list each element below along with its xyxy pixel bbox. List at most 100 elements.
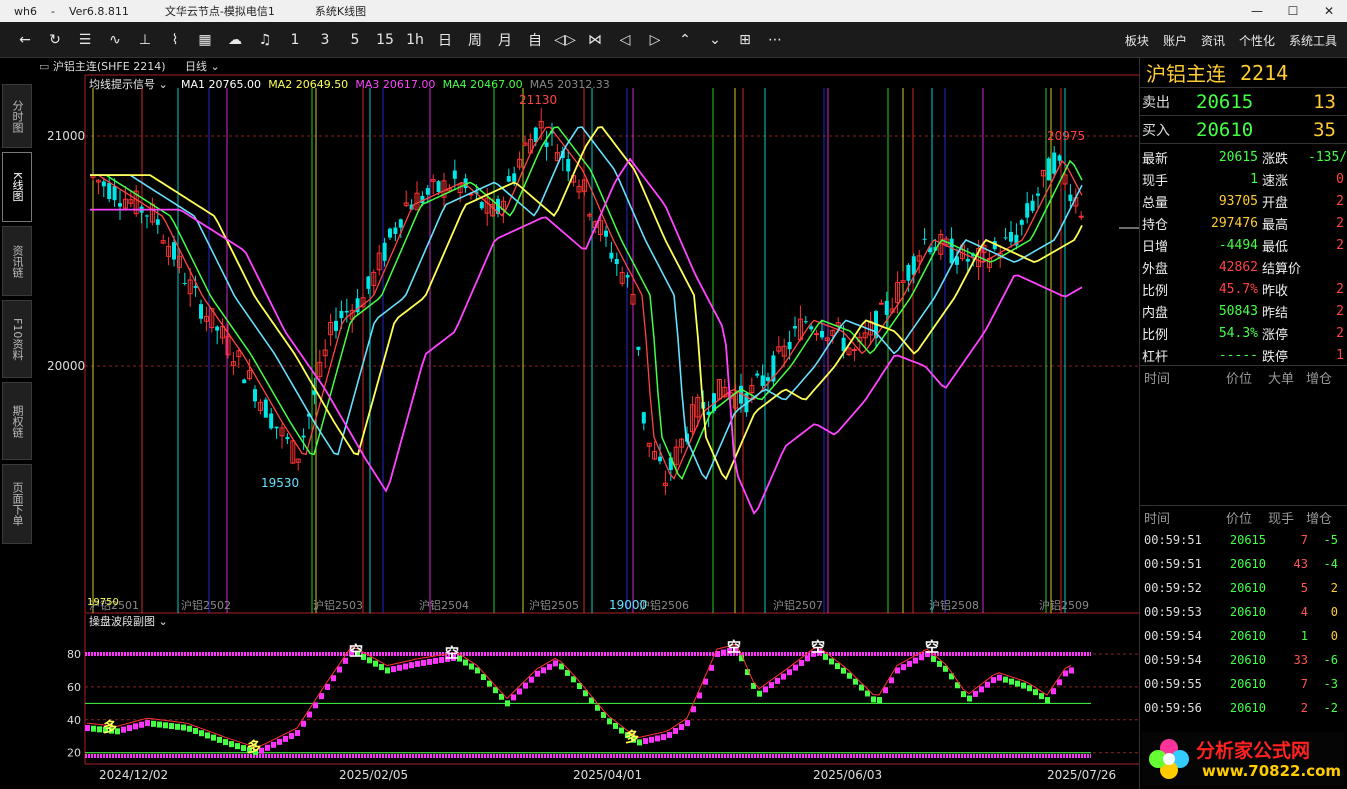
ma-label-2: MA2 20649.50 xyxy=(268,78,348,91)
contract-label-2: 沪铝2503 xyxy=(313,598,363,612)
tab-option-chain[interactable]: 期权链 xyxy=(2,382,32,460)
wave-signal-3: 空 xyxy=(349,643,363,660)
toolbar-button-17[interactable]: 自 xyxy=(520,30,550,50)
toolbar-button-2[interactable]: ☰ xyxy=(70,32,100,48)
tab-f10[interactable]: F10资料 xyxy=(2,300,32,378)
menu-sector[interactable]: 板块 xyxy=(1125,32,1149,49)
toolbar: ← ↻ ☰ ∿ ⊥ ⌇ ▦ ☁ ♫ 1 3 5 15 1h 日周月自 ◁▷ ⋈ ◁ ▷ ⌃ ⌄ ⊞ ⋯ 板块 账户 资讯 个… xyxy=(0,22,1347,58)
stat-row-1: 现手 1 速涨 0 xyxy=(1140,168,1347,190)
stat-label-2: 昨结 xyxy=(1262,305,1289,321)
title-bar: wh6 - Ver6.8.811 文华云节点-模拟电信1 系统K线图 — ☐ ✕ xyxy=(0,0,1347,22)
bid-price: 20610 xyxy=(1196,118,1254,141)
ma-label-5: MA5 20312.33 xyxy=(530,78,610,91)
annot-low-2: 19000 xyxy=(609,598,647,612)
contract-label-1: 沪铝2502 xyxy=(181,598,231,612)
tick-row[interactable]: 00:59:51 20610 43 -4 xyxy=(1140,552,1347,576)
menu-system-tools[interactable]: 系统工具 xyxy=(1289,32,1337,49)
toolbar-button-18[interactable]: ◁▷ xyxy=(550,32,580,48)
ask-label: 卖出 xyxy=(1142,94,1170,111)
toolbar-button-4[interactable]: ⊥ xyxy=(130,32,160,48)
price-tick-21000: 21000 xyxy=(47,129,85,143)
ma-label-3: MA3 20617.00 xyxy=(355,78,435,91)
sub-tick-20: 20 xyxy=(67,747,81,760)
server-name: 文华云节点-模拟电信1 xyxy=(164,5,275,18)
tick-row[interactable]: 00:59:52 20610 5 2 xyxy=(1140,576,1347,600)
toolbar-button-15[interactable]: 周 xyxy=(460,30,490,50)
price-tick-20000: 20000 xyxy=(47,359,85,373)
toolbar-button-0[interactable]: ← xyxy=(10,32,40,48)
annot-low-3: 19750 xyxy=(87,597,119,608)
indicator-label[interactable]: 均线提示信号 ⌄ xyxy=(89,77,168,91)
close-button[interactable]: ✕ xyxy=(1311,0,1347,22)
tick-row[interactable]: 00:59:54 20610 33 -6 xyxy=(1140,648,1347,672)
ma-labels: MA1 20765.00 MA2 20649.50 MA3 20617.00 MA4 … xyxy=(181,78,610,91)
tab-timeshare[interactable]: 分时图 xyxy=(2,84,32,148)
tick-row[interactable]: 00:59:54 20610 1 0 xyxy=(1140,624,1347,648)
toolbar-button-10[interactable]: 3 xyxy=(310,32,340,48)
toolbar-button-25[interactable]: ⋯ xyxy=(760,32,790,48)
toolbar-button-20[interactable]: ◁ xyxy=(610,32,640,48)
wave-signal-7: 空 xyxy=(925,639,939,656)
stat-value: 1 xyxy=(1250,171,1258,187)
toolbar-button-5[interactable]: ⌇ xyxy=(160,32,190,48)
toolbar-right: 板块 账户 资讯 个性化 系统工具 xyxy=(1125,22,1337,58)
toolbar-button-24[interactable]: ⊞ xyxy=(730,32,760,48)
toolbar-button-22[interactable]: ⌃ xyxy=(670,32,700,48)
tab-news-chain[interactable]: 资讯链 xyxy=(2,226,32,296)
maximize-button[interactable]: ☐ xyxy=(1275,0,1311,22)
stat-value: 50843 xyxy=(1218,303,1258,319)
minimize-button[interactable]: — xyxy=(1239,0,1275,22)
stat-row-5: 外盘 42862 结算价 xyxy=(1140,256,1347,278)
stat-value: 45.7% xyxy=(1218,281,1258,297)
tab-order[interactable]: 页面下单 xyxy=(2,464,32,544)
wave-signal-6: 空 xyxy=(811,639,825,656)
toolbar-button-8[interactable]: ♫ xyxy=(250,32,280,48)
stat-value-2: 2 xyxy=(1336,325,1344,341)
stat-label: 比例 xyxy=(1142,327,1169,343)
stat-row-9: 杠杆 ----- 跌停 1 xyxy=(1140,344,1347,366)
toolbar-button-13[interactable]: 1h xyxy=(400,32,430,48)
stat-value-2: 2 xyxy=(1336,303,1344,319)
tick-row[interactable]: 00:59:56 20610 2 -2 xyxy=(1140,696,1347,720)
toolbar-button-9[interactable]: 1 xyxy=(280,32,310,48)
date-label-3: 2025/06/03 xyxy=(813,768,882,782)
date-label-0: 2024/12/02 xyxy=(99,768,168,782)
tick-row[interactable]: 00:59:51 20615 7 -5 xyxy=(1140,528,1347,552)
big-order-header: 时间 价位 大单 增仓 xyxy=(1144,371,1333,387)
menu-account[interactable]: 账户 xyxy=(1163,32,1187,49)
tick-row[interactable]: 00:59:53 20610 4 0 xyxy=(1140,600,1347,624)
toolbar-button-14[interactable]: 日 xyxy=(430,30,460,50)
toolbar-button-6[interactable]: ▦ xyxy=(190,32,220,48)
tick-row[interactable]: 00:59:55 20610 7 -3 xyxy=(1140,672,1347,696)
tab-kline[interactable]: K线图 xyxy=(2,152,32,222)
instrument-name: 沪铝主连 xyxy=(1146,62,1226,86)
toolbar-button-19[interactable]: ⋈ xyxy=(580,32,610,48)
toolbar-button-11[interactable]: 5 xyxy=(340,32,370,48)
menu-news[interactable]: 资讯 xyxy=(1201,32,1225,49)
period-label[interactable]: 日线 ⌄ xyxy=(185,59,220,73)
logo-url: www.70822.com xyxy=(1202,762,1342,780)
toolbar-button-12[interactable]: 15 xyxy=(370,32,400,48)
stat-row-8: 比例 54.3% 涨停 2 xyxy=(1140,322,1347,344)
ask-volume: 13 xyxy=(1313,90,1336,113)
toolbar-button-16[interactable]: 月 xyxy=(490,30,520,50)
stat-value: -4494 xyxy=(1218,237,1258,253)
stat-value: 42862 xyxy=(1218,259,1258,275)
kline-svg[interactable]: ▭ 沪铝主连(SHFE 2214) 日线 ⌄ 均线提示信号 ⌄ MA1 2076… xyxy=(35,58,1139,789)
menu-personalize[interactable]: 个性化 xyxy=(1239,32,1275,49)
toolbar-button-1[interactable]: ↻ xyxy=(40,32,70,48)
toolbar-button-21[interactable]: ▷ xyxy=(640,32,670,48)
tick-list[interactable]: 00:59:51 20615 7 -5 00:59:51 20610 43 -4 00:59:5… xyxy=(1140,528,1347,720)
chart-area[interactable]: ▭ 沪铝主连(SHFE 2214) 日线 ⌄ 均线提示信号 ⌄ MA1 2076… xyxy=(35,58,1139,789)
stat-label: 杠杆 xyxy=(1142,349,1169,365)
stat-row-2: 总量 93705 开盘 2 xyxy=(1140,190,1347,212)
contract-label-7: 沪铝2508 xyxy=(929,598,979,612)
toolbar-button-23[interactable]: ⌄ xyxy=(700,32,730,48)
stat-value-2: 1 xyxy=(1336,347,1344,363)
app-version: Ver6.8.811 xyxy=(68,4,129,18)
toolbar-button-3[interactable]: ∿ xyxy=(100,32,130,48)
ma-label-1: MA1 20765.00 xyxy=(181,78,261,91)
stat-label-2: 结算价 xyxy=(1262,261,1302,277)
toolbar-button-7[interactable]: ☁ xyxy=(220,32,250,48)
sub-chart-title[interactable]: 操盘波段副图 ⌄ xyxy=(89,614,168,628)
